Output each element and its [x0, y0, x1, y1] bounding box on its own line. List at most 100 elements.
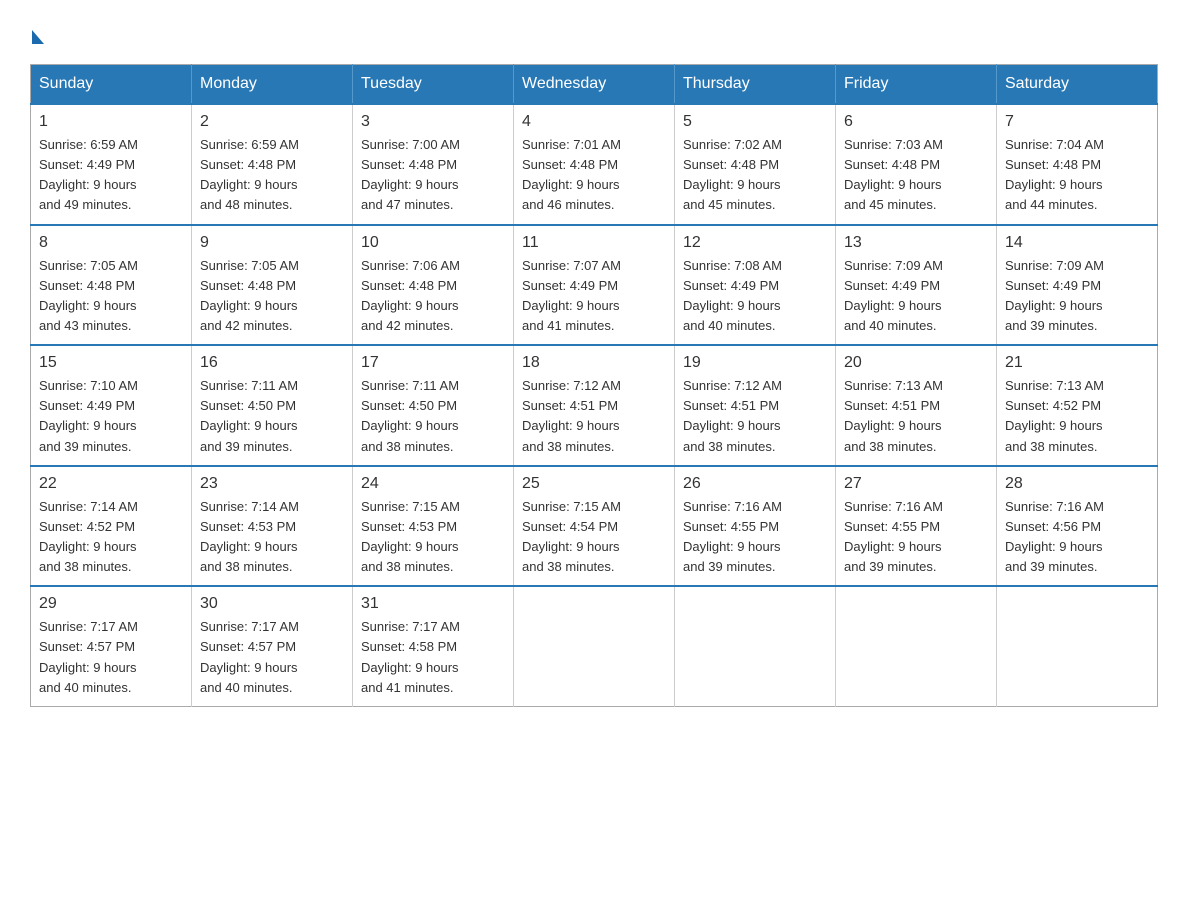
day-info: Sunrise: 7:02 AM Sunset: 4:48 PM Dayligh…	[683, 135, 827, 216]
day-info: Sunrise: 7:08 AM Sunset: 4:49 PM Dayligh…	[683, 256, 827, 337]
day-number: 20	[844, 354, 988, 372]
calendar-day-cell: 15 Sunrise: 7:10 AM Sunset: 4:49 PM Dayl…	[31, 345, 192, 466]
day-number: 17	[361, 354, 505, 372]
calendar-header-row: SundayMondayTuesdayWednesdayThursdayFrid…	[31, 65, 1158, 105]
calendar-day-header: Sunday	[31, 65, 192, 105]
day-number: 22	[39, 475, 183, 493]
calendar-day-cell: 1 Sunrise: 6:59 AM Sunset: 4:49 PM Dayli…	[31, 104, 192, 225]
day-info: Sunrise: 7:16 AM Sunset: 4:55 PM Dayligh…	[844, 497, 988, 578]
day-info: Sunrise: 7:16 AM Sunset: 4:55 PM Dayligh…	[683, 497, 827, 578]
calendar-day-cell: 12 Sunrise: 7:08 AM Sunset: 4:49 PM Dayl…	[675, 225, 836, 346]
calendar-day-cell: 25 Sunrise: 7:15 AM Sunset: 4:54 PM Dayl…	[514, 466, 675, 587]
calendar-day-header: Thursday	[675, 65, 836, 105]
day-number: 21	[1005, 354, 1149, 372]
day-number: 1	[39, 113, 183, 131]
day-info: Sunrise: 7:16 AM Sunset: 4:56 PM Dayligh…	[1005, 497, 1149, 578]
day-number: 24	[361, 475, 505, 493]
day-info: Sunrise: 7:14 AM Sunset: 4:53 PM Dayligh…	[200, 497, 344, 578]
day-info: Sunrise: 6:59 AM Sunset: 4:49 PM Dayligh…	[39, 135, 183, 216]
calendar-day-header: Saturday	[997, 65, 1158, 105]
calendar-day-cell: 4 Sunrise: 7:01 AM Sunset: 4:48 PM Dayli…	[514, 104, 675, 225]
day-number: 26	[683, 475, 827, 493]
day-info: Sunrise: 7:11 AM Sunset: 4:50 PM Dayligh…	[361, 376, 505, 457]
day-info: Sunrise: 7:12 AM Sunset: 4:51 PM Dayligh…	[522, 376, 666, 457]
calendar-day-cell: 21 Sunrise: 7:13 AM Sunset: 4:52 PM Dayl…	[997, 345, 1158, 466]
calendar-day-cell: 16 Sunrise: 7:11 AM Sunset: 4:50 PM Dayl…	[192, 345, 353, 466]
day-number: 19	[683, 354, 827, 372]
calendar-day-header: Friday	[836, 65, 997, 105]
day-number: 5	[683, 113, 827, 131]
day-info: Sunrise: 7:05 AM Sunset: 4:48 PM Dayligh…	[200, 256, 344, 337]
calendar-day-cell: 23 Sunrise: 7:14 AM Sunset: 4:53 PM Dayl…	[192, 466, 353, 587]
day-number: 9	[200, 234, 344, 252]
calendar-day-cell: 3 Sunrise: 7:00 AM Sunset: 4:48 PM Dayli…	[353, 104, 514, 225]
calendar-day-cell: 7 Sunrise: 7:04 AM Sunset: 4:48 PM Dayli…	[997, 104, 1158, 225]
calendar-table: SundayMondayTuesdayWednesdayThursdayFrid…	[30, 64, 1158, 707]
day-number: 18	[522, 354, 666, 372]
calendar-day-cell: 20 Sunrise: 7:13 AM Sunset: 4:51 PM Dayl…	[836, 345, 997, 466]
calendar-day-cell: 11 Sunrise: 7:07 AM Sunset: 4:49 PM Dayl…	[514, 225, 675, 346]
calendar-day-cell: 13 Sunrise: 7:09 AM Sunset: 4:49 PM Dayl…	[836, 225, 997, 346]
day-number: 15	[39, 354, 183, 372]
calendar-day-cell: 19 Sunrise: 7:12 AM Sunset: 4:51 PM Dayl…	[675, 345, 836, 466]
day-number: 30	[200, 595, 344, 613]
day-info: Sunrise: 7:13 AM Sunset: 4:52 PM Dayligh…	[1005, 376, 1149, 457]
day-number: 28	[1005, 475, 1149, 493]
calendar-week-row: 29 Sunrise: 7:17 AM Sunset: 4:57 PM Dayl…	[31, 586, 1158, 706]
day-info: Sunrise: 7:10 AM Sunset: 4:49 PM Dayligh…	[39, 376, 183, 457]
day-number: 2	[200, 113, 344, 131]
calendar-day-cell	[675, 586, 836, 706]
calendar-day-header: Tuesday	[353, 65, 514, 105]
day-info: Sunrise: 7:17 AM Sunset: 4:57 PM Dayligh…	[39, 617, 183, 698]
calendar-day-cell: 26 Sunrise: 7:16 AM Sunset: 4:55 PM Dayl…	[675, 466, 836, 587]
calendar-day-cell: 9 Sunrise: 7:05 AM Sunset: 4:48 PM Dayli…	[192, 225, 353, 346]
day-info: Sunrise: 7:09 AM Sunset: 4:49 PM Dayligh…	[1005, 256, 1149, 337]
logo	[30, 30, 46, 44]
day-info: Sunrise: 7:17 AM Sunset: 4:57 PM Dayligh…	[200, 617, 344, 698]
calendar-day-cell: 31 Sunrise: 7:17 AM Sunset: 4:58 PM Dayl…	[353, 586, 514, 706]
day-info: Sunrise: 7:07 AM Sunset: 4:49 PM Dayligh…	[522, 256, 666, 337]
calendar-day-header: Wednesday	[514, 65, 675, 105]
calendar-week-row: 8 Sunrise: 7:05 AM Sunset: 4:48 PM Dayli…	[31, 225, 1158, 346]
day-number: 16	[200, 354, 344, 372]
day-info: Sunrise: 7:15 AM Sunset: 4:54 PM Dayligh…	[522, 497, 666, 578]
calendar-day-cell: 18 Sunrise: 7:12 AM Sunset: 4:51 PM Dayl…	[514, 345, 675, 466]
day-number: 23	[200, 475, 344, 493]
logo-triangle-icon	[32, 30, 44, 44]
day-number: 31	[361, 595, 505, 613]
day-number: 25	[522, 475, 666, 493]
day-info: Sunrise: 7:11 AM Sunset: 4:50 PM Dayligh…	[200, 376, 344, 457]
day-info: Sunrise: 7:03 AM Sunset: 4:48 PM Dayligh…	[844, 135, 988, 216]
calendar-day-cell: 14 Sunrise: 7:09 AM Sunset: 4:49 PM Dayl…	[997, 225, 1158, 346]
calendar-day-cell	[836, 586, 997, 706]
day-info: Sunrise: 7:13 AM Sunset: 4:51 PM Dayligh…	[844, 376, 988, 457]
day-info: Sunrise: 7:01 AM Sunset: 4:48 PM Dayligh…	[522, 135, 666, 216]
calendar-day-cell: 28 Sunrise: 7:16 AM Sunset: 4:56 PM Dayl…	[997, 466, 1158, 587]
day-number: 10	[361, 234, 505, 252]
calendar-day-cell: 8 Sunrise: 7:05 AM Sunset: 4:48 PM Dayli…	[31, 225, 192, 346]
day-info: Sunrise: 7:00 AM Sunset: 4:48 PM Dayligh…	[361, 135, 505, 216]
day-number: 11	[522, 234, 666, 252]
day-info: Sunrise: 7:17 AM Sunset: 4:58 PM Dayligh…	[361, 617, 505, 698]
calendar-day-cell: 6 Sunrise: 7:03 AM Sunset: 4:48 PM Dayli…	[836, 104, 997, 225]
day-number: 8	[39, 234, 183, 252]
day-info: Sunrise: 7:15 AM Sunset: 4:53 PM Dayligh…	[361, 497, 505, 578]
calendar-day-cell: 27 Sunrise: 7:16 AM Sunset: 4:55 PM Dayl…	[836, 466, 997, 587]
calendar-day-cell: 24 Sunrise: 7:15 AM Sunset: 4:53 PM Dayl…	[353, 466, 514, 587]
day-info: Sunrise: 7:09 AM Sunset: 4:49 PM Dayligh…	[844, 256, 988, 337]
day-info: Sunrise: 7:14 AM Sunset: 4:52 PM Dayligh…	[39, 497, 183, 578]
day-info: Sunrise: 6:59 AM Sunset: 4:48 PM Dayligh…	[200, 135, 344, 216]
day-info: Sunrise: 7:06 AM Sunset: 4:48 PM Dayligh…	[361, 256, 505, 337]
day-info: Sunrise: 7:04 AM Sunset: 4:48 PM Dayligh…	[1005, 135, 1149, 216]
day-info: Sunrise: 7:12 AM Sunset: 4:51 PM Dayligh…	[683, 376, 827, 457]
day-number: 27	[844, 475, 988, 493]
calendar-day-cell	[514, 586, 675, 706]
calendar-day-cell: 17 Sunrise: 7:11 AM Sunset: 4:50 PM Dayl…	[353, 345, 514, 466]
calendar-day-header: Monday	[192, 65, 353, 105]
day-number: 7	[1005, 113, 1149, 131]
calendar-day-cell: 2 Sunrise: 6:59 AM Sunset: 4:48 PM Dayli…	[192, 104, 353, 225]
calendar-week-row: 1 Sunrise: 6:59 AM Sunset: 4:49 PM Dayli…	[31, 104, 1158, 225]
day-number: 12	[683, 234, 827, 252]
calendar-day-cell: 5 Sunrise: 7:02 AM Sunset: 4:48 PM Dayli…	[675, 104, 836, 225]
day-number: 6	[844, 113, 988, 131]
